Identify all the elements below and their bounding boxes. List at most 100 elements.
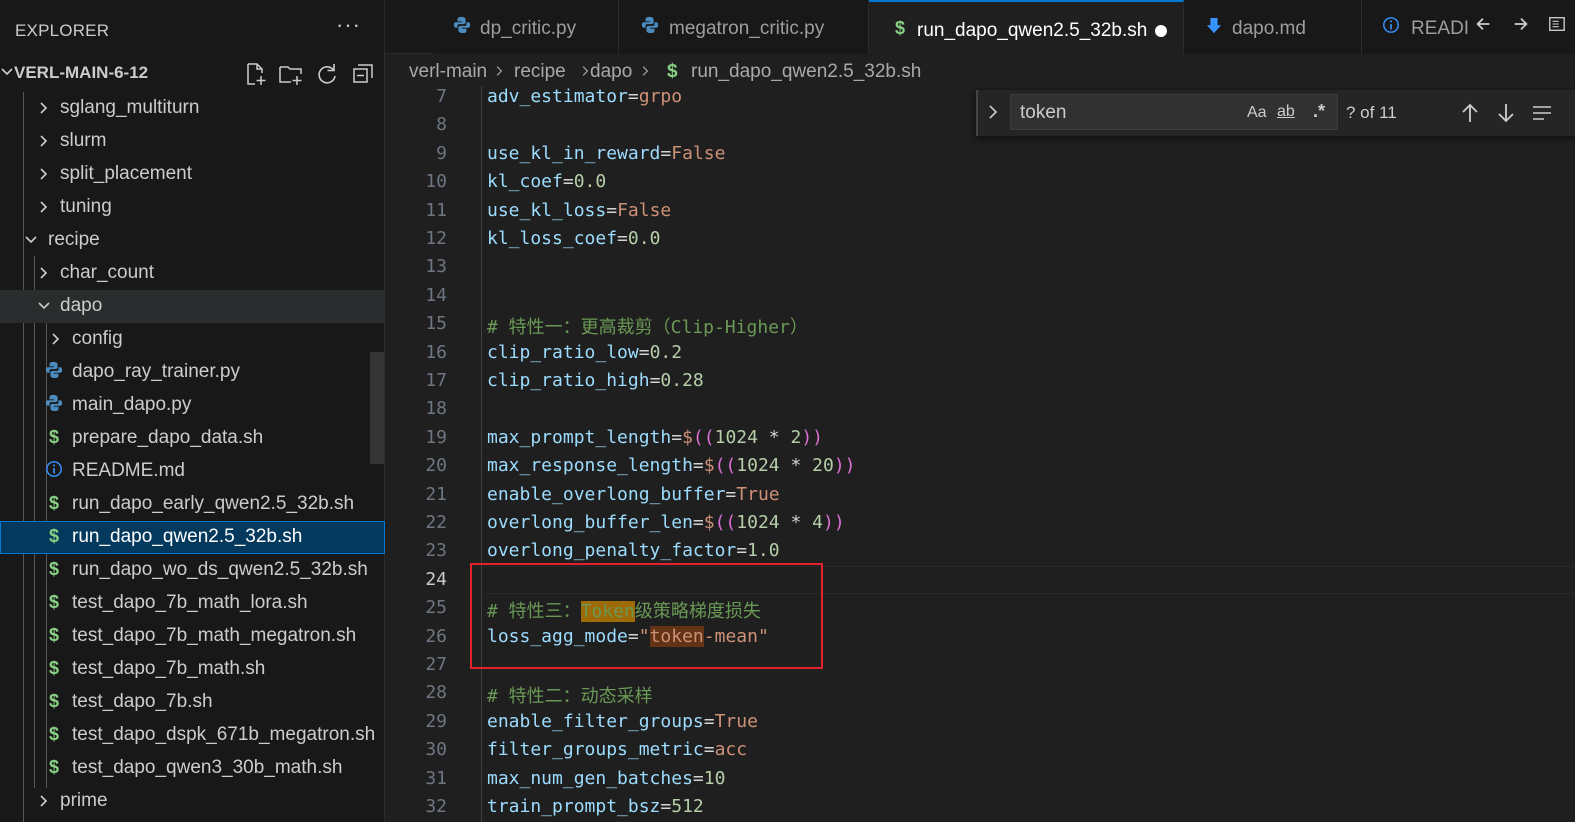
code-token: True	[714, 710, 758, 732]
shell-icon: $	[667, 61, 678, 82]
chevron-right-icon	[52, 333, 60, 345]
tree-file-test-dapo-qwen3[interactable]: $ test_dapo_qwen3_30b_math.sh	[0, 752, 385, 785]
code-token: adv_estimator	[487, 86, 628, 107]
tab-dp-critic[interactable]: dp_critic.py	[433, 0, 619, 54]
code-editor[interactable]: 7 adv_estimator=grpo 8 9 use_kl_in_reward=Fa…	[385, 86, 1575, 822]
code-token: kl_loss_coef	[487, 228, 618, 249]
go-back-icon[interactable]	[1474, 14, 1492, 40]
tree-item-label: test_dapo_dspk_671b_megatron.sh	[72, 724, 376, 745]
tree-file-test-dapo-7b-math-megatron[interactable]: $ test_dapo_7b_math_megatron.sh	[0, 620, 385, 653]
code-token: 4	[812, 512, 823, 533]
tab-bar: dp_critic.py megatron_critic.py $ run_da…	[385, 0, 1575, 54]
code-token: =	[660, 142, 672, 164]
tree-item-label: prepare_dapo_data.sh	[72, 427, 264, 448]
whole-word-toggle[interactable]: ab	[1277, 103, 1295, 121]
tab-megatron-critic[interactable]: megatron_critic.py	[619, 0, 869, 54]
tree-folder-char-count[interactable]: char_count	[0, 257, 385, 290]
new-folder-icon[interactable]	[278, 61, 304, 87]
find-input[interactable]	[1020, 101, 1240, 125]
tab-label: READI	[1411, 18, 1470, 39]
code-line: filter_groups_metric=acc	[487, 739, 747, 760]
breadcrumb-item[interactable]: dapo	[590, 61, 632, 83]
code-line: # 特性二：动态采样	[487, 682, 653, 708]
breadcrumb-item[interactable]: run_dapo_qwen2.5_32b.sh	[691, 61, 921, 83]
info-icon	[44, 460, 64, 482]
tree-file-run-dapo-qwen[interactable]: $ run_dapo_qwen2.5_32b.sh	[0, 521, 385, 554]
tree-folder-recipe[interactable]: recipe	[0, 224, 385, 257]
workspace-root[interactable]: VERL-MAIN-6-12	[0, 58, 385, 88]
code-token: True	[736, 483, 780, 505]
python-icon	[641, 16, 659, 39]
tree-file-run-dapo-wo-ds[interactable]: $ run_dapo_wo_ds_qwen2.5_32b.sh	[0, 554, 385, 587]
code-token: False	[671, 142, 726, 164]
shell-file-icon: $	[48, 691, 59, 711]
info-icon	[1382, 16, 1400, 39]
tab-label: dapo.md	[1232, 18, 1306, 39]
tab-readme[interactable]: READI	[1362, 0, 1575, 54]
refresh-icon[interactable]	[314, 61, 340, 87]
tree-folder-dapo[interactable]: dapo	[0, 290, 385, 323]
python-file-icon	[44, 361, 64, 383]
tab-dapo-md[interactable]: dapo.md	[1184, 0, 1362, 54]
sidebar-scrollbar[interactable]	[370, 352, 384, 464]
code-token: =	[617, 228, 628, 249]
line-number: 32	[425, 796, 447, 817]
previous-match-icon[interactable]	[1458, 100, 1482, 126]
code-token: overlong_buffer_len	[487, 512, 693, 533]
tree-file-test-dapo-7b-math-lora[interactable]: $ test_dapo_7b_math_lora.sh	[0, 587, 385, 620]
tree-folder-tuning[interactable]: tuning	[0, 191, 385, 224]
unsaved-dot-icon[interactable]	[1155, 25, 1167, 37]
code-token: =	[692, 512, 704, 533]
tree-file-main-dapo[interactable]: main_dapo.py	[0, 389, 385, 422]
tree-item-label: config	[72, 328, 123, 349]
tree-folder-slurm[interactable]: slurm	[0, 125, 385, 158]
tree-item-label: tuning	[60, 196, 112, 217]
find-widget: Aa ab .* ? of 11	[976, 90, 1575, 136]
tree-folder-sglang-multiturn[interactable]: sglang_multiturn	[0, 92, 385, 125]
code-line: train_prompt_bsz=512	[487, 796, 704, 817]
tree-file-test-dapo-7b-math[interactable]: $ test_dapo_7b_math.sh	[0, 653, 385, 686]
code-token: 1.0	[747, 540, 780, 562]
code-token: False	[617, 199, 672, 221]
tree-item-label: test_dapo_7b_math_megatron.sh	[72, 625, 357, 646]
match-case-toggle[interactable]: Aa	[1247, 104, 1267, 122]
tree-file-readme[interactable]: README.md	[0, 455, 385, 488]
regex-toggle[interactable]: .*	[1313, 101, 1325, 122]
find-in-selection-icon[interactable]	[1530, 100, 1554, 126]
tree-file-prepare-dapo-data[interactable]: $ prepare_dapo_data.sh	[0, 422, 385, 455]
collapse-all-icon[interactable]	[350, 61, 376, 87]
code-line: use_kl_in_reward=False	[487, 143, 725, 164]
code-token: 20	[812, 455, 834, 477]
line-number: 8	[436, 114, 447, 136]
next-match-icon[interactable]	[1494, 100, 1518, 126]
tab-label: megatron_critic.py	[669, 18, 825, 39]
go-forward-icon[interactable]	[1512, 14, 1530, 40]
code-line: kl_loss_coef=0.0	[487, 228, 660, 249]
tab-run-dapo-qwen[interactable]: $ run_dapo_qwen2.5_32b.sh	[869, 0, 1184, 54]
toggle-replace-icon[interactable]	[984, 102, 1002, 122]
tree-folder-config[interactable]: config	[0, 323, 385, 356]
breadcrumb-item[interactable]: verl-main	[409, 61, 487, 83]
tree-file-dapo-ray-trainer[interactable]: dapo_ray_trainer.py	[0, 356, 385, 389]
more-actions-icon[interactable]: ···	[336, 12, 361, 38]
code-token: ))	[833, 455, 856, 477]
indent-guide	[481, 86, 482, 822]
new-file-icon[interactable]	[242, 61, 268, 87]
breadcrumb-item[interactable]: recipe	[514, 61, 566, 83]
breadcrumb: verl-main recipe dapo $ run_dapo_qwen2.5…	[385, 56, 1575, 88]
tree-file-test-dapo-dspk[interactable]: $ test_dapo_dspk_671b_megatron.sh	[0, 719, 385, 752]
code-token: overlong_penalty_factor	[487, 540, 737, 562]
code-token: ((	[714, 512, 737, 533]
tree-folder-prime[interactable]: prime	[0, 785, 385, 818]
line-number: 27	[425, 654, 447, 675]
split-editor-icon[interactable]	[1548, 14, 1566, 40]
code-token: =	[692, 767, 704, 789]
tree-file-run-dapo-early[interactable]: $ run_dapo_early_qwen2.5_32b.sh	[0, 488, 385, 521]
tree-file-test-dapo-7b[interactable]: $ test_dapo_7b.sh	[0, 686, 385, 719]
code-line: enable_filter_groups=True	[487, 711, 758, 732]
tree-folder-split-placement[interactable]: split_placement	[0, 158, 385, 191]
code-token: =	[703, 710, 715, 732]
chevron-right-icon	[40, 135, 48, 147]
code-token: enable_overlong_buffer	[487, 483, 726, 505]
line-number: 10	[425, 171, 447, 193]
